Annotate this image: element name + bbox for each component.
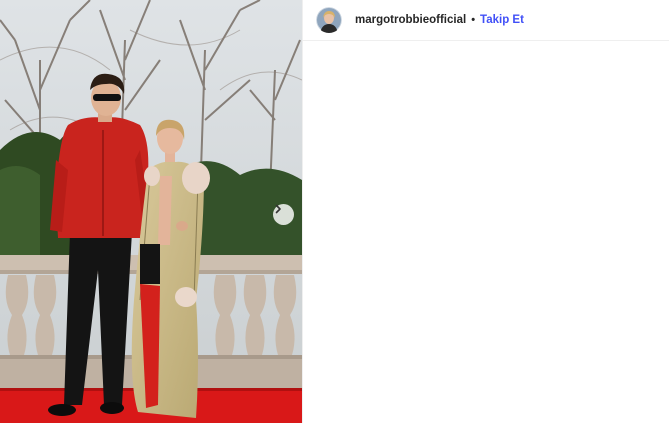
panel-divider	[302, 0, 303, 423]
next-slide-button[interactable]	[273, 204, 294, 225]
profile-avatar[interactable]	[316, 7, 342, 33]
username-link[interactable]: margotrobbieofficial	[355, 14, 466, 26]
post-photo[interactable]	[0, 0, 302, 423]
follow-button[interactable]: Takip Et	[480, 14, 524, 26]
post-header: margotrobbieofficial • Takip Et	[303, 0, 669, 41]
photo-image	[0, 0, 302, 423]
instagram-post: margotrobbieofficial • Takip Et	[0, 0, 669, 423]
separator-dot: •	[471, 14, 476, 26]
